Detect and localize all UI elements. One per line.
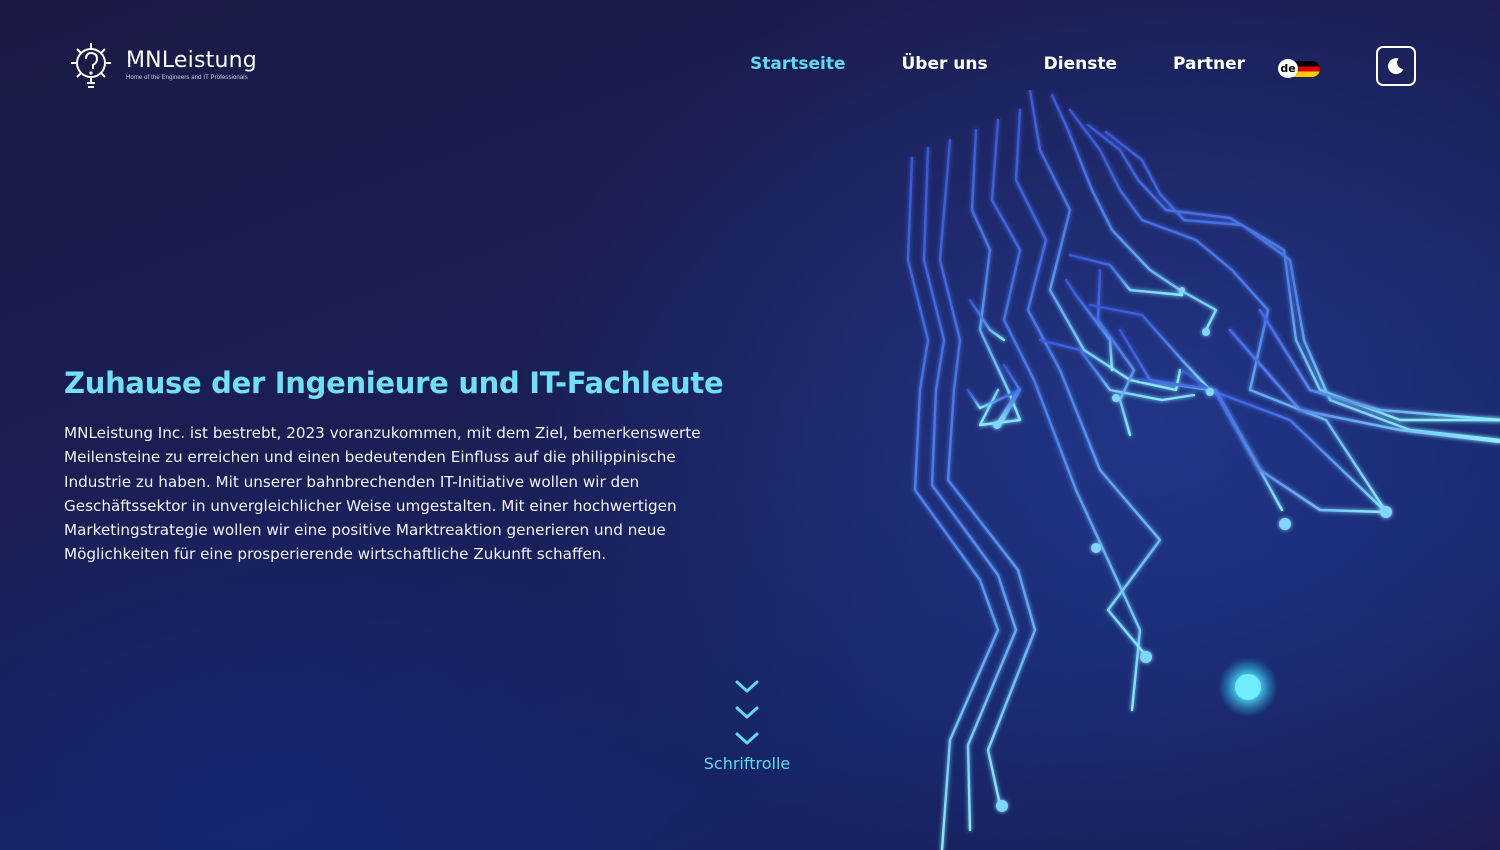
- language-switcher[interactable]: de: [1278, 58, 1322, 80]
- scroll-label: Schriftrolle: [703, 754, 791, 773]
- nav-item-dienste[interactable]: Dienste: [1044, 54, 1117, 74]
- nav-item-partner[interactable]: Partner: [1173, 54, 1245, 74]
- scroll-down-button[interactable]: Schriftrolle: [690, 676, 804, 773]
- moon-icon: [1388, 58, 1404, 75]
- nav-item-startseite[interactable]: Startseite: [750, 54, 845, 74]
- brand-tagline: Home of the Engineers and IT Professiona…: [126, 74, 248, 81]
- hero-title: Zuhause der Ingenieure und IT-Fachleute: [64, 366, 724, 400]
- brand-name: MNLeistung: [126, 47, 257, 73]
- theme-toggle-button[interactable]: [1376, 46, 1416, 86]
- main-nav: Startseite Über uns Dienste Partner: [750, 54, 1301, 74]
- nav-item-ueber-uns[interactable]: Über uns: [901, 54, 987, 74]
- brand-logo[interactable]: MNLeistung Home of the Engineers and IT …: [64, 38, 257, 92]
- chevron-down-icon: [735, 680, 759, 745]
- circuit-illustration: [906, 90, 1500, 850]
- gear-bulb-logo-icon: [71, 43, 111, 88]
- hero-description: MNLeistung Inc. ist bestrebt, 2023 voran…: [64, 424, 701, 564]
- brand-text: MNLeistung Home of the Engineers and IT …: [126, 47, 257, 81]
- language-code: de: [1278, 59, 1298, 78]
